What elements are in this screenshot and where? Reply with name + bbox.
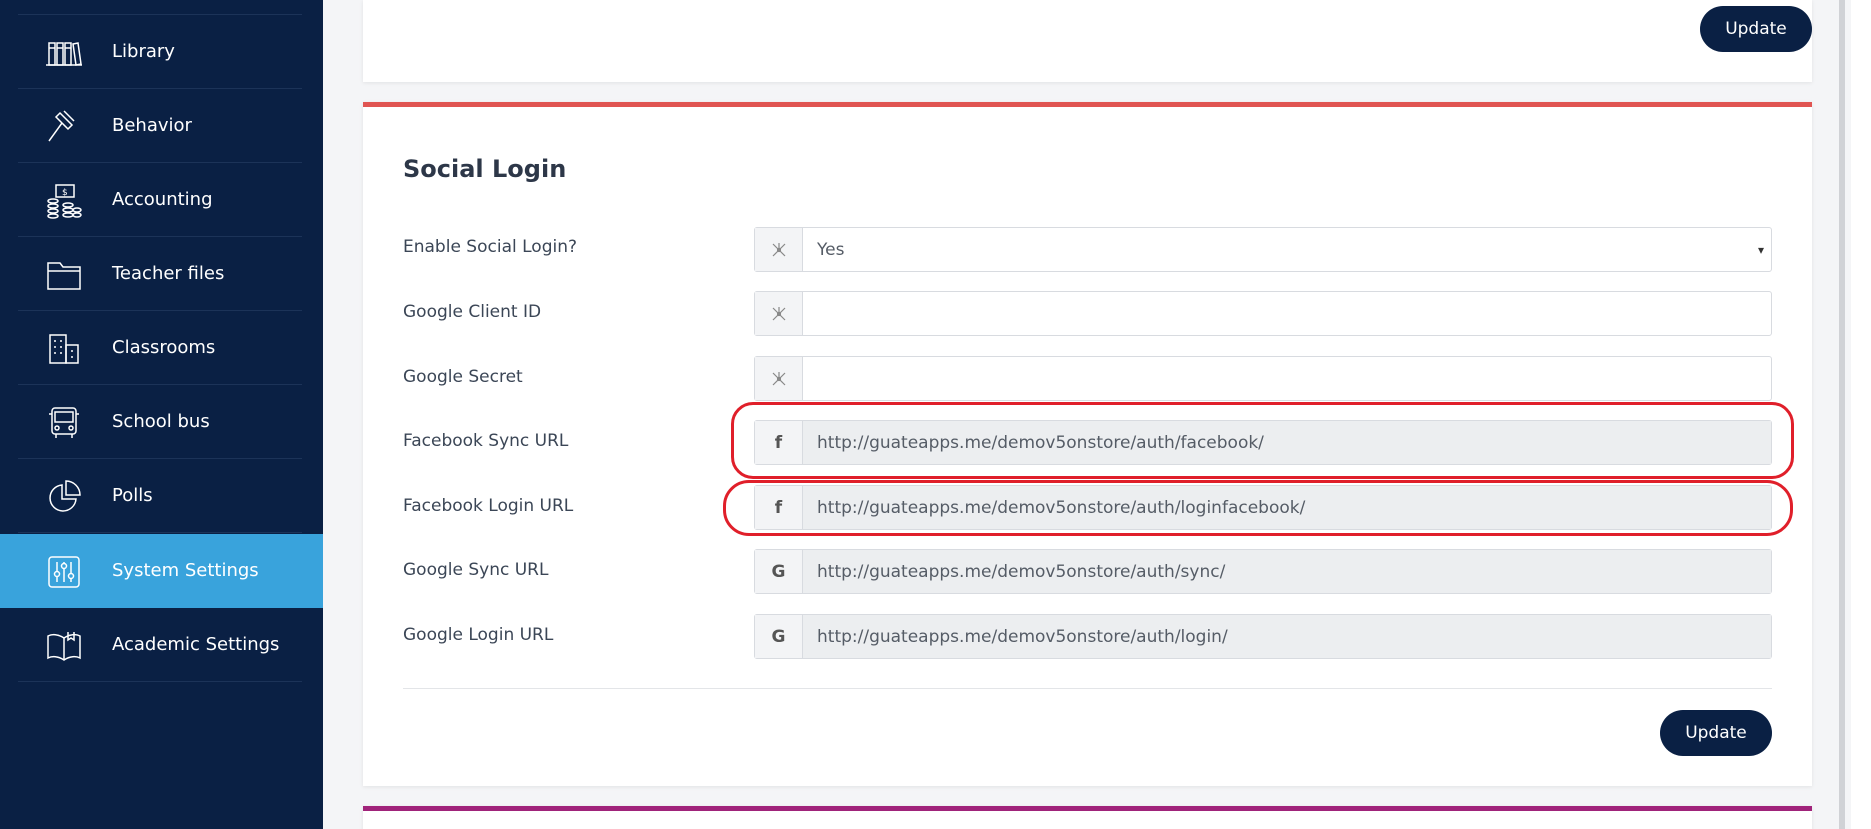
section-divider: [403, 688, 1772, 689]
sidebar-item-academic-settings[interactable]: Academic Settings: [0, 608, 302, 682]
scrollbar-thumb[interactable]: [1839, 0, 1845, 829]
sidebar-item-accounting[interactable]: $ Accounting: [0, 163, 302, 237]
chevron-down-icon: ▾: [1757, 242, 1765, 257]
input-value[interactable]: [803, 292, 1771, 335]
main-content: Update Social Login Enable Social Login?…: [323, 0, 1851, 829]
bus-icon: [46, 405, 82, 441]
folder-icon: [46, 257, 82, 293]
sidebar-item-label: Classrooms: [112, 337, 216, 358]
google-client-id-label: Google Client ID: [403, 302, 542, 322]
google-icon: G: [755, 550, 803, 593]
google-sync-url-label: Google Sync URL: [403, 560, 549, 580]
google-login-url-label: Google Login URL: [403, 625, 554, 645]
input-value[interactable]: [803, 357, 1771, 400]
facebook-login-url-label: Facebook Login URL: [403, 496, 574, 516]
gavel-icon: [46, 109, 82, 145]
settings-card-next: [363, 806, 1812, 829]
sidebar-item-school-bus[interactable]: School bus: [0, 385, 302, 459]
update-button[interactable]: Update: [1700, 6, 1812, 52]
network-icon: [755, 357, 803, 400]
sidebar-divider: [18, 532, 302, 533]
highlight-annotation: [723, 480, 1793, 536]
pie-chart-icon: [46, 479, 82, 515]
sidebar: Library Behavior $ Accounting Teacher fi…: [0, 0, 333, 829]
sidebar-item-label: Library: [112, 41, 175, 62]
google-secret-label: Google Secret: [403, 367, 523, 387]
sidebar-item-label: School bus: [112, 411, 210, 432]
select-value: Yes: [817, 239, 845, 260]
facebook-sync-url-label: Facebook Sync URL: [403, 431, 569, 451]
google-secret-field[interactable]: [754, 356, 1772, 401]
enable-social-login-select[interactable]: Yes ▾: [754, 227, 1772, 272]
google-icon: G: [755, 615, 803, 658]
sidebar-item-label: Academic Settings: [112, 634, 280, 655]
library-icon: [46, 35, 82, 71]
sidebar-item-library[interactable]: Library: [0, 15, 302, 89]
enable-social-login-label: Enable Social Login?: [403, 237, 578, 257]
input-value[interactable]: http://guateapps.me/demov5onstore/auth/l…: [803, 615, 1771, 658]
sidebar-item-system-settings[interactable]: System Settings: [0, 534, 333, 608]
sidebar-item-label: Polls: [112, 485, 153, 506]
building-icon: [46, 331, 82, 367]
google-sync-url-field[interactable]: G http://guateapps.me/demov5onstore/auth…: [754, 549, 1772, 594]
google-login-url-field[interactable]: G http://guateapps.me/demov5onstore/auth…: [754, 614, 1772, 659]
input-value[interactable]: http://guateapps.me/demov5onstore/auth/s…: [803, 550, 1771, 593]
network-icon: [755, 292, 803, 335]
sidebar-item-teacher-files[interactable]: Teacher files: [0, 237, 302, 311]
scrollbar[interactable]: [1831, 0, 1851, 829]
svg-text:$: $: [62, 188, 68, 198]
sidebar-divider: [18, 681, 302, 682]
sidebar-item-classrooms[interactable]: Classrooms: [0, 311, 302, 385]
sidebar-item-label: Teacher files: [112, 263, 225, 284]
google-client-id-field[interactable]: [754, 291, 1772, 336]
book-icon: [46, 628, 82, 664]
sidebar-item-label: System Settings: [112, 560, 259, 581]
network-icon: [755, 228, 803, 271]
sidebar-item-label: Accounting: [112, 189, 213, 210]
sidebar-item-label: Behavior: [112, 115, 192, 136]
sidebar-item-polls[interactable]: Polls: [0, 459, 302, 533]
section-title: Social Login: [403, 155, 567, 183]
sliders-icon: [46, 554, 82, 590]
settings-card-previous: Update: [363, 0, 1812, 82]
sidebar-item-behavior[interactable]: Behavior: [0, 89, 302, 163]
update-button[interactable]: Update: [1660, 710, 1772, 756]
highlight-annotation: [731, 402, 1794, 479]
money-icon: $: [46, 183, 82, 219]
